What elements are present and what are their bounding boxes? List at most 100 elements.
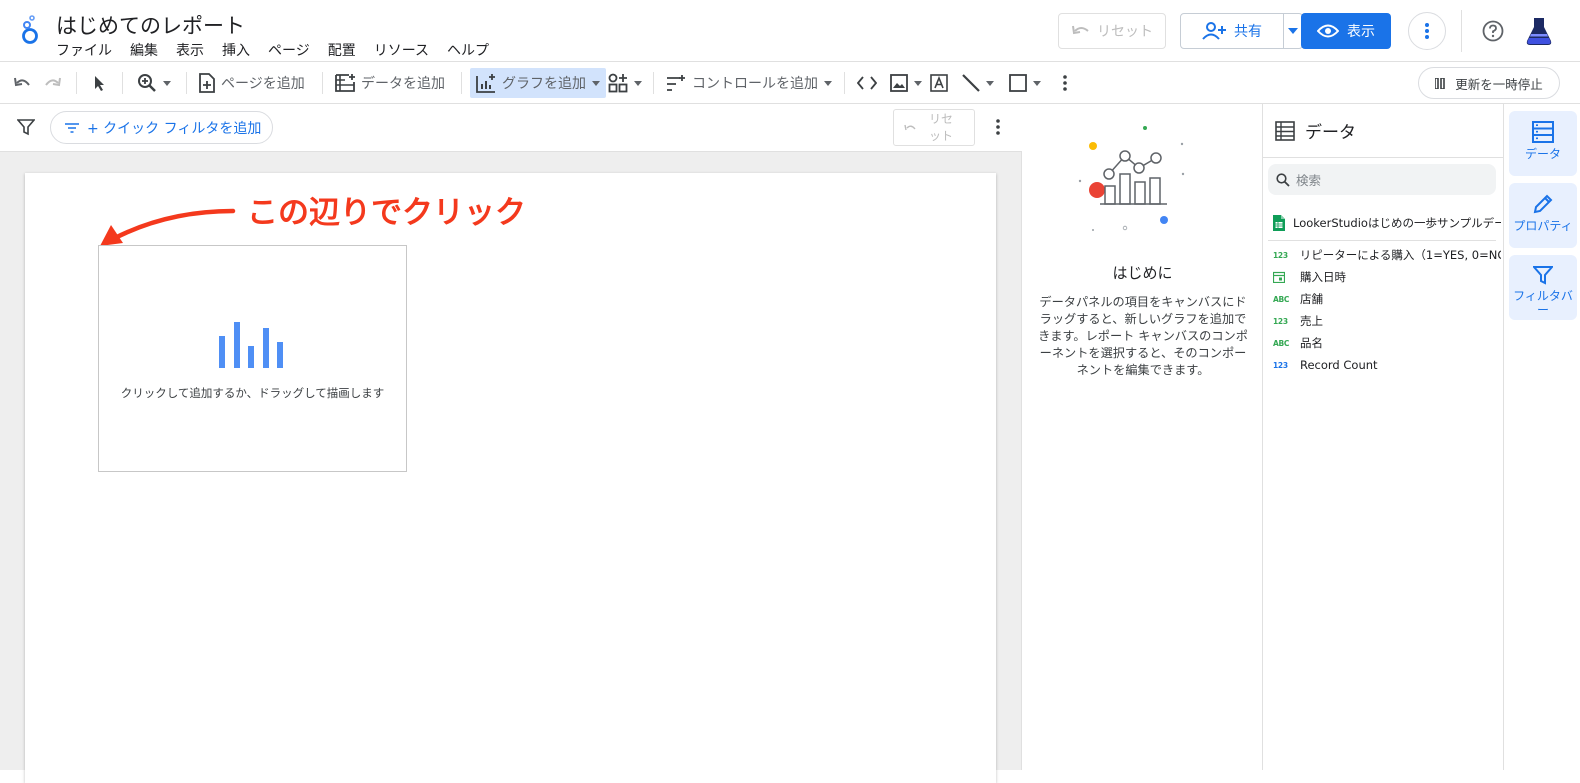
- report-page[interactable]: この辺りでクリック クリックして追加するか、ドラッグして描画します: [25, 173, 996, 783]
- rail-data-label: データ: [1524, 147, 1561, 161]
- menu-file[interactable]: ファイル: [56, 40, 112, 60]
- line-button[interactable]: [962, 62, 994, 104]
- toolbar-more-button[interactable]: [1063, 62, 1067, 104]
- add-data-button[interactable]: データを追加: [335, 62, 445, 104]
- rail-data-button[interactable]: データ: [1509, 111, 1577, 176]
- text-box-button[interactable]: [930, 62, 948, 104]
- image-button[interactable]: [890, 62, 922, 104]
- menu-view[interactable]: 表示: [176, 40, 204, 60]
- caret-down-icon: [986, 80, 994, 86]
- field-item[interactable]: 123 Record Count: [1273, 354, 1501, 376]
- add-component-button[interactable]: [608, 62, 642, 104]
- field-name: Record Count: [1300, 358, 1378, 372]
- number-type-icon: 123: [1273, 316, 1288, 326]
- filter-list-icon: [65, 122, 79, 133]
- canvas-area: この辺りでクリック クリックして追加するか、ドラッグして描画します: [0, 152, 1022, 783]
- rail-filter-bar-label: フィルタバー: [1513, 289, 1573, 317]
- menu-insert[interactable]: 挿入: [222, 40, 250, 60]
- filter-bar: + クイック フィルタを追加 リセット: [0, 104, 1022, 152]
- caret-down-icon: [634, 80, 642, 86]
- share-label: 共有: [1234, 24, 1262, 40]
- field-item[interactable]: 123 リピーターによる購入（1=YES, 0=NO）: [1273, 244, 1501, 266]
- text-type-icon: ABC: [1273, 338, 1290, 348]
- add-page-icon: [199, 73, 215, 93]
- redo-button[interactable]: [43, 62, 63, 104]
- more-vert-icon: [996, 119, 1000, 135]
- header-divider: [1461, 10, 1462, 52]
- field-name: 品名: [1300, 336, 1323, 350]
- rail-properties-label: プロパティ: [1513, 219, 1573, 233]
- more-options-button[interactable]: [1408, 12, 1446, 50]
- pause-update-button[interactable]: 更新を一時停止: [1418, 67, 1560, 99]
- share-button[interactable]: 共有: [1180, 13, 1284, 49]
- intro-title: はじめに: [1112, 264, 1173, 282]
- placeholder-text: クリックして追加するか、ドラッグして描画します: [120, 386, 385, 400]
- help-button[interactable]: [1478, 16, 1508, 46]
- toolbar-divider: [322, 72, 323, 94]
- menu-arrange[interactable]: 配置: [328, 40, 356, 60]
- toolbar-divider: [186, 72, 187, 94]
- undo-icon: [1071, 24, 1091, 38]
- rail-properties-button[interactable]: プロパティ: [1509, 183, 1577, 248]
- data-source-name: LookerStudioはじめの一歩サンプルデータ: [1293, 216, 1501, 230]
- add-quick-filter-button[interactable]: + クイック フィルタを追加: [50, 111, 273, 144]
- data-source-item[interactable]: LookerStudioはじめの一歩サンプルデータ: [1273, 212, 1501, 234]
- menu-help[interactable]: ヘルプ: [447, 40, 489, 60]
- filter-icon: [1533, 265, 1553, 285]
- toolbar-divider: [461, 72, 462, 94]
- chart-placeholder[interactable]: クリックして追加するか、ドラッグして描画します: [98, 245, 407, 472]
- filter-reset-button[interactable]: リセット: [893, 109, 975, 146]
- eye-icon: [1317, 24, 1339, 38]
- shape-button[interactable]: [1009, 62, 1041, 104]
- looker-studio-logo-icon[interactable]: [18, 14, 42, 48]
- reset-button[interactable]: リセット: [1058, 13, 1166, 49]
- field-list: 123 リピーターによる購入（1=YES, 0=NO） 購入日時 ABC 店舗 …: [1273, 240, 1501, 376]
- share-dropdown-button[interactable]: [1283, 13, 1303, 49]
- zoom-button[interactable]: [137, 62, 171, 104]
- add-chart-button[interactable]: グラフを追加: [470, 68, 606, 98]
- add-data-icon: [335, 73, 355, 93]
- pause-icon: [1435, 77, 1446, 89]
- add-control-button[interactable]: コントロールを追加: [666, 62, 832, 104]
- field-item[interactable]: 123 売上: [1273, 310, 1501, 332]
- zoom-in-icon: [137, 73, 157, 93]
- toolbar-divider: [122, 72, 123, 94]
- intro-body: データパネルの項目をキャンバスにドラッグすると、新しいグラフを追加できます。レポ…: [1038, 295, 1248, 377]
- table-icon: [1275, 120, 1295, 141]
- square-icon: [1009, 74, 1027, 92]
- code-icon: [857, 76, 877, 90]
- report-title[interactable]: はじめてのレポート: [56, 10, 245, 40]
- right-rail: データ プロパティ フィルタバー: [1504, 104, 1580, 770]
- select-tool-button[interactable]: [92, 62, 106, 104]
- view-label: 表示: [1347, 24, 1375, 40]
- number-type-icon: 123: [1273, 250, 1288, 260]
- add-page-button[interactable]: ページを追加: [199, 62, 305, 104]
- field-item[interactable]: ABC 店舗: [1273, 288, 1501, 310]
- menu-resource[interactable]: リソース: [374, 40, 429, 60]
- more-vert-icon: [1063, 75, 1067, 91]
- add-data-label: データを追加: [361, 76, 445, 92]
- pause-update-label: 更新を一時停止: [1455, 76, 1543, 92]
- sheets-icon: [1273, 215, 1285, 231]
- field-item[interactable]: 購入日時: [1273, 266, 1501, 288]
- number-type-icon: 123: [1273, 360, 1288, 370]
- field-search-input[interactable]: 検索: [1268, 164, 1496, 195]
- embed-url-button[interactable]: [857, 62, 877, 104]
- view-button[interactable]: 表示: [1301, 13, 1391, 49]
- filterbar-more-button[interactable]: [996, 119, 1000, 135]
- menu-edit[interactable]: 編集: [130, 40, 158, 60]
- field-item[interactable]: ABC 品名: [1273, 332, 1501, 354]
- menu-bar: ファイル 編集 表示 挿入 ページ 配置 リソース ヘルプ: [56, 40, 507, 60]
- annotation-text: この辺りでクリック: [247, 195, 526, 231]
- menu-page[interactable]: ページ: [268, 40, 310, 60]
- search-placeholder: 検索: [1296, 173, 1322, 188]
- avatar[interactable]: [1522, 14, 1556, 48]
- add-chart-label: グラフを追加: [502, 76, 586, 92]
- image-icon: [890, 74, 908, 92]
- filter-icon[interactable]: [17, 118, 35, 136]
- undo-button[interactable]: [12, 62, 32, 104]
- search-icon: [1276, 172, 1290, 187]
- filter-reset-label: リセット: [928, 111, 953, 143]
- caret-down-icon: [163, 80, 171, 86]
- rail-filter-bar-button[interactable]: フィルタバー: [1509, 255, 1577, 320]
